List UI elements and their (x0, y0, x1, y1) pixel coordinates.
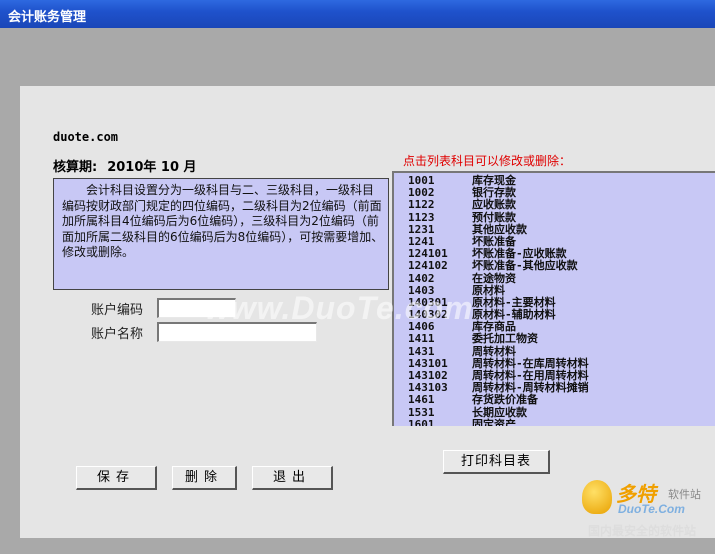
account-name: 周转材料 (472, 344, 516, 358)
company-name: duote.com (53, 130, 119, 144)
account-list-item[interactable]: 143103 周转材料-周转材料摊销 (408, 381, 715, 394)
list-hint: 点击列表科目可以修改或删除： (403, 154, 572, 168)
account-list-item[interactable]: 124102 坏账准备-其他应收款 (408, 260, 715, 272)
account-code-label: 账户编码 (91, 303, 144, 318)
description-box: 会计科目设置分为一级科目与二、三级科目，一级科目编码按财政部门规定的四位编码，二… (53, 178, 389, 290)
logo-slogan: 国内最安全的软件站 (588, 524, 697, 538)
account-code: 1531 (408, 405, 435, 419)
account-name: 固定资产 (472, 417, 516, 426)
account-code: 1431 (408, 344, 435, 358)
print-accounts-button[interactable]: 打印科目表 (443, 450, 550, 474)
account-name: 委托加工物资 (472, 332, 538, 346)
account-name: 存货跌价准备 (472, 393, 538, 407)
account-code: 1402 (408, 271, 435, 285)
account-code: 1123 (408, 210, 435, 224)
logo-mascot-icon (582, 480, 612, 514)
account-name: 长期应收款 (472, 405, 527, 419)
account-name: 在途物资 (472, 271, 516, 285)
exit-button[interactable]: 退出 (252, 466, 333, 490)
logo-domain: DuoTe.Com (618, 502, 685, 516)
account-code: 124102 (408, 259, 448, 273)
account-name-label: 账户名称 (91, 327, 144, 342)
account-list-item[interactable]: 1411 委托加工物资 (408, 333, 715, 345)
account-list-item[interactable]: 1601 固定资产 (408, 417, 715, 426)
window-title: 会计账务管理 (0, 0, 715, 28)
save-button[interactable]: 保存 (76, 466, 157, 490)
account-list-item[interactable]: 1431 周转材料 (408, 344, 715, 358)
account-list-item[interactable]: 1122 应收账款 (408, 199, 715, 211)
account-list-item[interactable]: 1123 预付账款 (408, 210, 715, 224)
account-list-item[interactable]: 1001 库存现金 (408, 174, 715, 187)
account-code: 1461 (408, 393, 435, 407)
duote-logo: 多特 软件站 DuoTe.Com 国内最安全的软件站 (582, 478, 715, 554)
period-value: 2010年 10 月 (107, 160, 197, 175)
account-list-item[interactable]: 1002 银行存款 (408, 186, 715, 199)
watermark: www.DuoTe.com (205, 290, 474, 326)
account-code: 1122 (408, 198, 435, 212)
account-list-item[interactable]: 1231 其他应收款 (408, 223, 715, 236)
window-client-area: duote.com 核算期: 2010年 10 月 会计科目设置分为一级科目与二、… (0, 28, 715, 554)
accounting-period: 核算期: 2010年 10 月 (53, 156, 197, 175)
account-list-item[interactable]: 1402 在途物资 (408, 271, 715, 285)
account-list-item[interactable]: 1461 存货跌价准备 (408, 394, 715, 406)
account-name: 应收账款 (472, 198, 516, 212)
logo-brand-small: 软件站 (668, 488, 701, 501)
account-code: 1601 (408, 417, 435, 426)
delete-button[interactable]: 删除 (172, 466, 237, 490)
account-list-item[interactable]: 1531 长期应收款 (408, 405, 715, 419)
period-label: 核算期: (53, 160, 98, 175)
account-name: 坏账准备-其他应收款 (472, 259, 578, 273)
account-code: 1411 (408, 332, 435, 346)
account-name: 预付账款 (472, 210, 516, 224)
